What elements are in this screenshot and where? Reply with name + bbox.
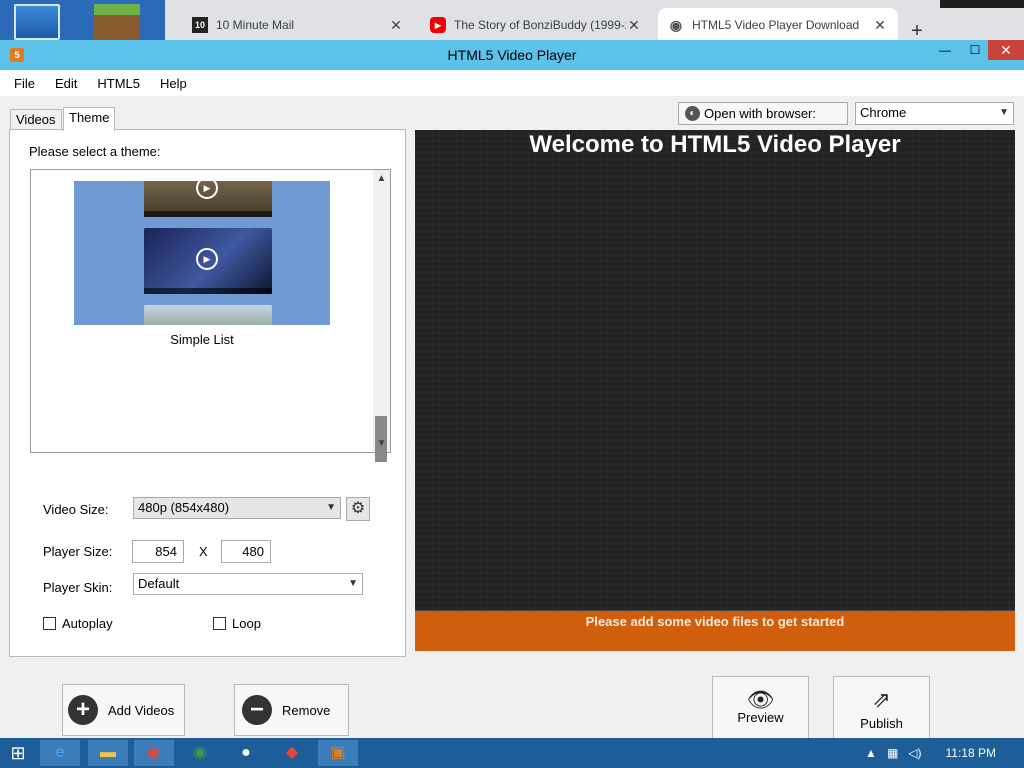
play-icon: ▶ [196,181,218,199]
theme-list[interactable]: ▶ ▶ Simple List ▲ ▼ [30,169,391,462]
export-icon: ⇗ [872,687,891,712]
close-icon[interactable]: ✕ [388,17,404,34]
video-size-select[interactable]: 480p (854x480) ▼ [133,497,341,519]
close-icon[interactable]: ✕ [872,17,888,34]
system-tray: ▲ ▦ ◁) 11:18 PM [865,738,1024,768]
remove-label: Remove [282,702,331,718]
video-thumbnail: ▶ [144,181,272,217]
publish-label: Publish [860,716,903,731]
close-button[interactable]: ✕ [988,40,1024,60]
scroll-up-icon[interactable]: ▲ [373,170,390,187]
player-skin-label: Player Skin: [43,580,113,595]
tab-videos[interactable]: Videos [10,109,62,129]
scroll-down-icon[interactable]: ▼ [373,435,390,452]
checkbox-box[interactable] [213,617,226,630]
browser-tab-label: The Story of BonziBuddy (1999-2 [454,18,626,32]
chevron-down-icon: ▼ [348,578,358,589]
minimize-button[interactable]: — [930,40,960,60]
theme-panel: Please select a theme: ▶ ▶ Simple List ▲… [9,129,406,657]
browser-tab-10minutemail[interactable]: 10 10 Minute Mail ✕ [182,8,414,42]
loop-label: Loop [232,616,261,631]
browser-tab-label: 10 Minute Mail [216,18,295,32]
video-size-value: 480p (854x480) [138,500,230,515]
brave-icon[interactable]: ◆ [272,740,312,766]
tab-theme[interactable]: Theme [63,107,116,131]
theme-thumbnail[interactable]: ▶ ▶ [74,181,330,325]
taskbar: ⊞ e ▬ ◉ ◉ ● ◆ ▣ ▲ ▦ ◁) 11:18 PM [0,738,1024,768]
tenminutemail-favicon-icon: 10 [192,17,208,33]
chevron-down-icon: ▼ [999,107,1009,118]
chrome-icon[interactable]: ◉ [134,740,174,766]
player-width-input[interactable]: 854 [132,540,184,563]
theme-name: Simple List [170,332,234,347]
chrome-profile-icon[interactable]: ◉ [180,740,220,766]
video-thumbnail: ▶ [144,228,272,294]
app-circle-icon[interactable]: ● [226,740,266,766]
player-size-label: Player Size: [43,544,113,559]
minus-icon: − [242,695,272,725]
plus-icon: + [68,695,98,725]
add-videos-label: Add Videos [108,702,175,718]
player-skin-value: Default [138,576,180,591]
play-icon: ▶ [196,248,218,270]
clock[interactable]: 11:18 PM [946,746,996,760]
remove-button[interactable]: − Remove [234,684,349,736]
checkbox-box[interactable] [43,617,56,630]
desktop-icons [0,0,165,42]
chevron-down-icon: ▼ [326,502,336,513]
player-size-separator: X [199,544,208,559]
internet-explorer-icon[interactable]: e [40,740,80,766]
menu-edit[interactable]: Edit [55,76,77,91]
menu-file[interactable]: File [14,76,35,91]
computer-icon[interactable] [14,4,60,40]
browser-tab-label: HTML5 Video Player Download [692,18,860,32]
menu-html5[interactable]: HTML5 [97,76,140,91]
preview-button[interactable]: 👁 Preview [712,676,809,744]
player-height-input[interactable]: 480 [221,540,271,563]
browser-tab-html5-download[interactable]: ◉ HTML5 Video Player Download ✕ [658,8,898,42]
preview-title: Welcome to HTML5 Video Player [529,131,901,158]
video-size-label: Video Size: [43,502,109,517]
new-tab-button[interactable]: + [906,20,928,42]
close-icon[interactable]: ✕ [626,17,642,34]
autoplay-checkbox[interactable]: Autoplay [43,616,113,631]
video-thumbnail [144,305,272,325]
open-with-browser-label: Open with browser: [704,106,816,121]
browser-select-value: Chrome [860,105,907,120]
volume-icon[interactable]: ◁) [908,746,921,760]
video-controls-bar [144,211,272,217]
video-controls-bar [144,288,272,294]
html5-app-icon: 5 [10,48,24,62]
html5-player-taskbar-icon[interactable]: ▣ [318,740,358,766]
file-explorer-icon[interactable]: ▬ [88,740,128,766]
network-icon[interactable]: ▦ [887,746,898,760]
window-title: HTML5 Video Player [447,47,577,63]
scrollbar[interactable]: ▲ ▼ [373,170,390,462]
theme-prompt: Please select a theme: [29,144,161,159]
player-skin-select[interactable]: Default ▼ [133,573,363,595]
video-preview: Welcome to HTML5 Video Player Please add… [415,130,1015,651]
menu-bar: File Edit HTML5 Help [0,70,1024,96]
app-window: HTML5 Video Player 5 — ☐ ✕ File Edit HTM… [0,40,1024,744]
publish-button[interactable]: ⇗ Publish [833,676,930,744]
browser-select[interactable]: Chrome ▼ [855,102,1014,125]
menu-help[interactable]: Help [160,76,187,91]
autoplay-label: Autoplay [62,616,113,631]
gear-icon[interactable]: ⚙ [346,497,370,521]
chevron-up-icon[interactable]: ▲ [865,746,877,760]
add-videos-button[interactable]: + Add Videos [62,684,185,736]
minecraft-icon[interactable] [94,4,140,40]
preview-label: Preview [737,710,784,725]
browser-tab-youtube[interactable]: ▶ The Story of BonziBuddy (1999-2 ✕ [420,8,652,42]
preview-banner: Please add some video files to get start… [415,611,1015,651]
loop-checkbox[interactable]: Loop [213,616,261,631]
globe-icon: ◐ [685,106,700,121]
title-bar: HTML5 Video Player 5 — ☐ ✕ [0,40,1024,70]
youtube-favicon-icon: ▶ [430,17,446,33]
browser-window-controls [940,0,1024,8]
windows-start-icon[interactable]: ⊞ [0,740,36,766]
open-with-browser-button[interactable]: ◐ Open with browser: [678,102,848,125]
globe-favicon-icon: ◉ [669,16,683,33]
maximize-button[interactable]: ☐ [960,40,990,60]
